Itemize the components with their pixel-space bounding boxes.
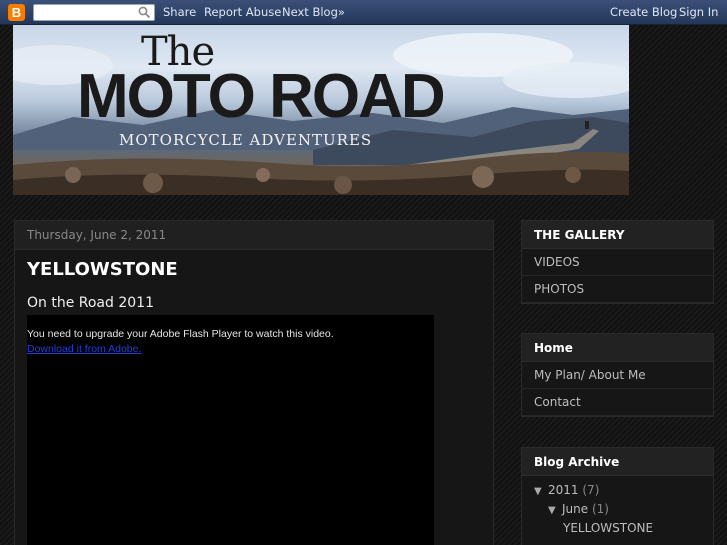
blogger-navbar: B Share Report Abuse Next Blog» Create B… — [0, 0, 727, 25]
triangle-down-icon[interactable]: ▼ — [534, 482, 548, 501]
header-banner[interactable]: The MOTO ROAD MOTORCYCLE ADVENTURES — [13, 25, 629, 195]
sidebar-item-contact[interactable]: Contact — [522, 389, 713, 416]
report-abuse-link[interactable]: Report Abuse — [204, 0, 281, 25]
pages-widget: Home My Plan/ About Me Contact — [521, 333, 714, 417]
next-blog-link[interactable]: Next Blog» — [282, 0, 345, 25]
sidebar-item-my-plan[interactable]: My Plan/ About Me — [522, 362, 713, 389]
main-post-column: Thursday, June 2, 2011 YELLOWSTONE On th… — [14, 220, 494, 545]
blogger-logo-icon[interactable]: B — [8, 4, 25, 21]
archive-month-row[interactable]: ▼ June (1) — [534, 500, 713, 519]
logo-tagline: MOTORCYCLE ADVENTURES — [119, 131, 373, 149]
create-blog-link[interactable]: Create Blog — [610, 0, 677, 25]
sidebar-item-videos[interactable]: VIDEOS — [522, 249, 713, 276]
sidebar-item-home[interactable]: Home — [522, 334, 713, 362]
navbar-search-input[interactable] — [34, 9, 134, 24]
archive-post-link[interactable]: YELLOWSTONE — [534, 519, 713, 538]
sign-in-link[interactable]: Sign In — [679, 0, 718, 25]
sidebar-item-photos[interactable]: PHOTOS — [522, 276, 713, 303]
archive-month-count: (1) — [591, 502, 609, 516]
navbar-search-box — [33, 4, 155, 24]
share-link[interactable]: Share — [163, 0, 196, 25]
blog-archive-title: Blog Archive — [522, 448, 713, 476]
blog-archive-widget: Blog Archive ▼ 2011 (7) ▼ June (1) YELLOWS… — [521, 447, 714, 545]
archive-year-row[interactable]: ▼ 2011 (7) — [534, 481, 713, 500]
flash-upgrade-message: You need to upgrade your Adobe Flash Pla… — [27, 328, 334, 340]
search-icon[interactable] — [138, 6, 151, 19]
video-embed[interactable]: You need to upgrade your Adobe Flash Pla… — [27, 315, 434, 545]
gallery-widget: THE GALLERY VIDEOS PHOTOS — [521, 220, 714, 304]
archive-month[interactable]: June — [562, 502, 588, 516]
logo-main-text: MOTO ROAD — [77, 62, 446, 131]
post-title[interactable]: YELLOWSTONE — [27, 259, 178, 280]
flash-download-link[interactable]: Download it from Adobe. — [27, 343, 141, 355]
archive-year[interactable]: 2011 — [548, 483, 579, 497]
post-subtitle: On the Road 2011 — [27, 295, 154, 311]
post-date-header: Thursday, June 2, 2011 — [15, 221, 493, 250]
triangle-down-icon[interactable]: ▼ — [548, 501, 562, 520]
archive-year-count: (7) — [582, 483, 600, 497]
gallery-widget-title: THE GALLERY — [522, 221, 713, 249]
